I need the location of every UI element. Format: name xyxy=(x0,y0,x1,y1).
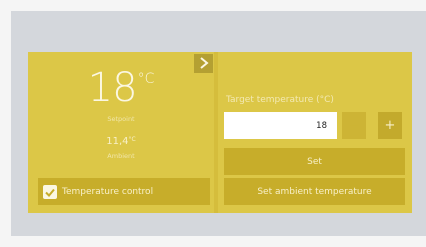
temperature-control-toggle[interactable]: Temperature control xyxy=(38,178,210,205)
ambient-temperature: 11,4°C xyxy=(28,136,214,147)
set-button[interactable]: Set xyxy=(224,148,405,175)
status-panel: 18°C Setpoint 11,4°C Ambient Temperature… xyxy=(28,52,214,213)
plus-icon: + xyxy=(384,118,396,133)
ambient-caption: Ambient xyxy=(107,152,135,160)
set-button-label: Set xyxy=(307,156,322,167)
increment-button[interactable]: + xyxy=(378,112,402,139)
ambient-temperature-unit: °C xyxy=(128,136,136,143)
target-temperature-input[interactable] xyxy=(224,112,337,139)
ambient-temperature-value: 11,4 xyxy=(106,136,129,147)
setpoint-caption: Setpoint xyxy=(107,115,135,123)
current-temperature: 18°C xyxy=(28,68,214,108)
minus-icon: − xyxy=(348,118,360,133)
target-temperature-title: Target temperature (°C) xyxy=(226,95,334,105)
temperature-control-label: Temperature control xyxy=(62,186,154,197)
thermostat-widget: 18°C Setpoint 11,4°C Ambient Temperature… xyxy=(28,52,412,213)
checkbox[interactable] xyxy=(43,182,57,201)
decrement-button[interactable]: − xyxy=(342,112,366,139)
current-temperature-value: 18 xyxy=(87,65,138,111)
checkmark-icon xyxy=(45,182,55,201)
set-ambient-button-label: Set ambient temperature xyxy=(257,186,372,197)
target-panel: Target temperature (°C) − + Set Set ambi… xyxy=(218,52,412,213)
current-temperature-unit: °C xyxy=(137,71,155,87)
set-ambient-temperature-button[interactable]: Set ambient temperature xyxy=(224,178,405,205)
